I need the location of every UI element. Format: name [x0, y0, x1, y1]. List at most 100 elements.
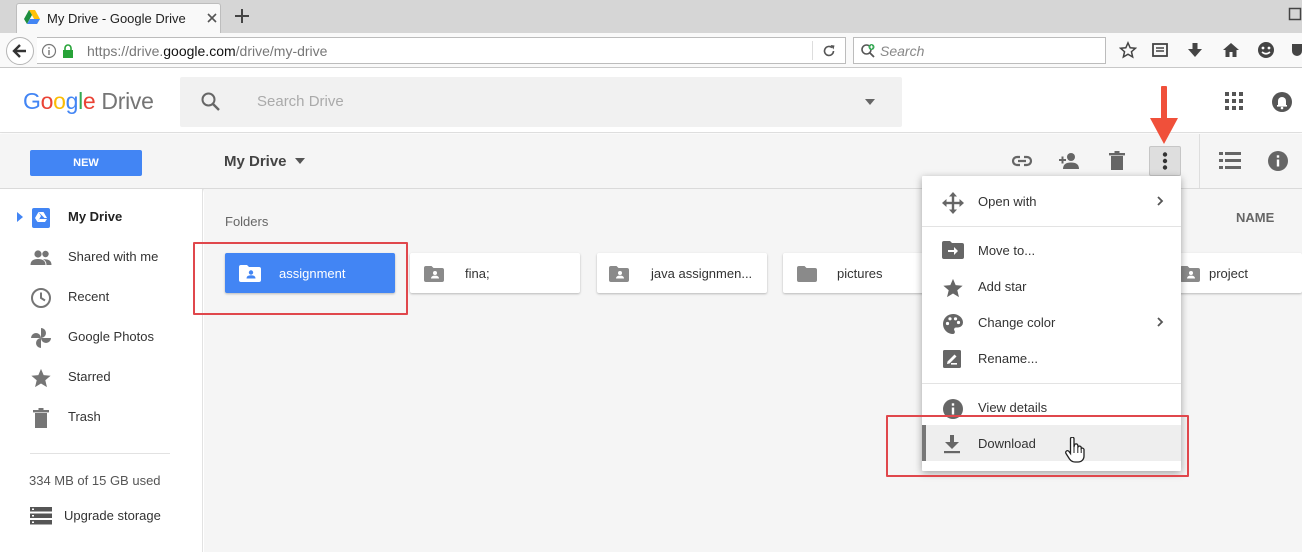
menu-item-change-color[interactable]: Change color: [922, 304, 1181, 340]
trash-icon[interactable]: [1105, 149, 1129, 173]
home-icon[interactable]: [1222, 41, 1240, 59]
menu-item-label: Move to...: [978, 243, 1036, 258]
list-view-icon[interactable]: [1219, 151, 1241, 171]
site-info-icon[interactable]: [41, 43, 57, 59]
star-icon: [30, 367, 52, 389]
notifications-bell-icon[interactable]: [1271, 91, 1293, 113]
trash-icon: [30, 407, 52, 429]
location-dropdown-icon[interactable]: [295, 158, 305, 164]
reload-icon[interactable]: [821, 43, 837, 59]
bookmark-star-icon[interactable]: [1119, 41, 1137, 59]
pocket-icon[interactable]: [1292, 41, 1302, 59]
toolbar-divider: [1199, 134, 1200, 188]
menu-divider: [922, 226, 1181, 227]
browser-tab-title: My Drive - Google Drive: [47, 11, 186, 26]
menu-item-label: View details: [978, 400, 1048, 415]
folder-card-pictures[interactable]: pictures: [783, 253, 933, 293]
upgrade-storage-link[interactable]: Upgrade storage: [64, 508, 161, 523]
sidebar-item-label: Recent: [68, 289, 110, 304]
palette-icon: [942, 313, 964, 335]
sidebar-item-label: Google Photos: [68, 329, 155, 344]
lock-icon: [61, 43, 75, 59]
share-add-person-icon[interactable]: [1057, 149, 1081, 173]
google-wordmark: Google: [23, 88, 96, 114]
sort-by-name-header[interactable]: NAME: [1236, 210, 1274, 225]
downloads-icon[interactable]: [1186, 41, 1204, 59]
search-engine-icon: [860, 43, 876, 59]
hand-pointer-cursor-icon: [1065, 437, 1085, 463]
shared-folder-icon: [609, 266, 629, 282]
submenu-chevron-icon: [1156, 316, 1164, 328]
sidebar-divider: [30, 453, 170, 454]
star-icon: [942, 277, 964, 299]
get-link-icon[interactable]: [1010, 149, 1034, 173]
sidebar-item-label: My Drive: [68, 209, 123, 224]
apps-grid-icon[interactable]: [1225, 92, 1243, 110]
back-button[interactable]: [6, 37, 34, 65]
folder-card-java-assignment[interactable]: java assignmen...: [597, 253, 767, 293]
url-text: https://drive.google.com/drive/my-drive: [87, 43, 328, 59]
submenu-chevron-icon: [1156, 195, 1164, 207]
folder-name: java assignmen...: [651, 266, 753, 281]
shared-folder-icon: [1180, 266, 1200, 282]
highlight-box-download: [886, 415, 1189, 477]
folder-name: fina;: [465, 266, 490, 281]
new-tab-icon[interactable]: [232, 6, 252, 26]
menu-item-add-star[interactable]: Add star: [922, 268, 1181, 304]
url-bar[interactable]: https://drive.google.com/drive/my-drive: [37, 37, 846, 64]
browser-tab-bar: My Drive - Google Drive: [0, 0, 1302, 33]
drive-search-bar[interactable]: Search Drive: [180, 77, 902, 127]
menu-divider: [922, 383, 1181, 384]
browser-search-placeholder: Search: [880, 43, 925, 59]
clock-icon: [30, 287, 52, 309]
sidebar-item-shared-with-me[interactable]: Shared with me: [0, 239, 203, 275]
reading-list-icon[interactable]: [1151, 41, 1169, 59]
google-drive-logo[interactable]: Google Drive: [23, 88, 154, 115]
new-button[interactable]: NEW: [30, 150, 142, 176]
highlight-box-selected-folder: [193, 242, 408, 315]
sidebar-item-label: Shared with me: [68, 249, 159, 264]
more-actions-button[interactable]: [1149, 146, 1181, 176]
menu-item-label: Rename...: [978, 351, 1038, 366]
drive-search-placeholder: Search Drive: [257, 93, 344, 110]
move-arrows-icon: [942, 192, 964, 214]
storage-icon: [30, 507, 52, 525]
menu-item-label: Open with: [978, 194, 1037, 209]
storage-quota-text: 334 MB of 15 GB used: [29, 473, 161, 488]
folder-icon: [797, 266, 817, 282]
details-info-icon[interactable]: [1267, 150, 1289, 172]
sidebar-item-my-drive[interactable]: My Drive: [0, 199, 203, 235]
drive-wordmark: Drive: [101, 88, 154, 114]
folder-name: project: [1209, 266, 1249, 281]
folder-card-fina[interactable]: fina;: [410, 253, 580, 293]
menu-item-open-with[interactable]: Open with: [922, 183, 1181, 219]
menu-item-move-to[interactable]: Move to...: [922, 232, 1181, 268]
menu-item-label: Add star: [978, 279, 1027, 294]
drive-favicon-icon: [24, 10, 40, 24]
folder-card-project[interactable]: project: [1164, 253, 1302, 293]
url-divider: [812, 41, 813, 60]
rename-icon: [942, 349, 962, 369]
sidebar-item-google-photos[interactable]: Google Photos: [0, 319, 203, 355]
people-icon: [30, 247, 52, 269]
menu-item-label: Change color: [978, 315, 1056, 330]
folder-name: pictures: [837, 266, 883, 281]
annotation-arrow-icon: [1148, 84, 1180, 148]
sidebar-item-label: Starred: [68, 369, 111, 384]
window-maximize-icon[interactable]: [1288, 7, 1302, 21]
sidebar-item-starred[interactable]: Starred: [0, 359, 203, 395]
location-title[interactable]: My Drive: [224, 153, 287, 170]
move-to-icon: [942, 241, 964, 259]
search-icon[interactable]: [200, 91, 222, 113]
browser-nav-bar: https://drive.google.com/drive/my-drive …: [0, 33, 1302, 68]
browser-search-box[interactable]: Search: [853, 37, 1106, 64]
search-options-dropdown-icon[interactable]: [864, 98, 876, 106]
sidebar-item-recent[interactable]: Recent: [0, 279, 203, 315]
pinwheel-icon: [30, 327, 52, 349]
browser-tab[interactable]: My Drive - Google Drive: [16, 3, 221, 33]
menu-item-rename[interactable]: Rename...: [922, 340, 1181, 376]
drive-header: Google Drive Search Drive: [0, 69, 1302, 133]
sidebar-item-trash[interactable]: Trash: [0, 399, 203, 435]
emoji-icon[interactable]: [1257, 41, 1275, 59]
close-tab-icon[interactable]: [203, 9, 221, 27]
